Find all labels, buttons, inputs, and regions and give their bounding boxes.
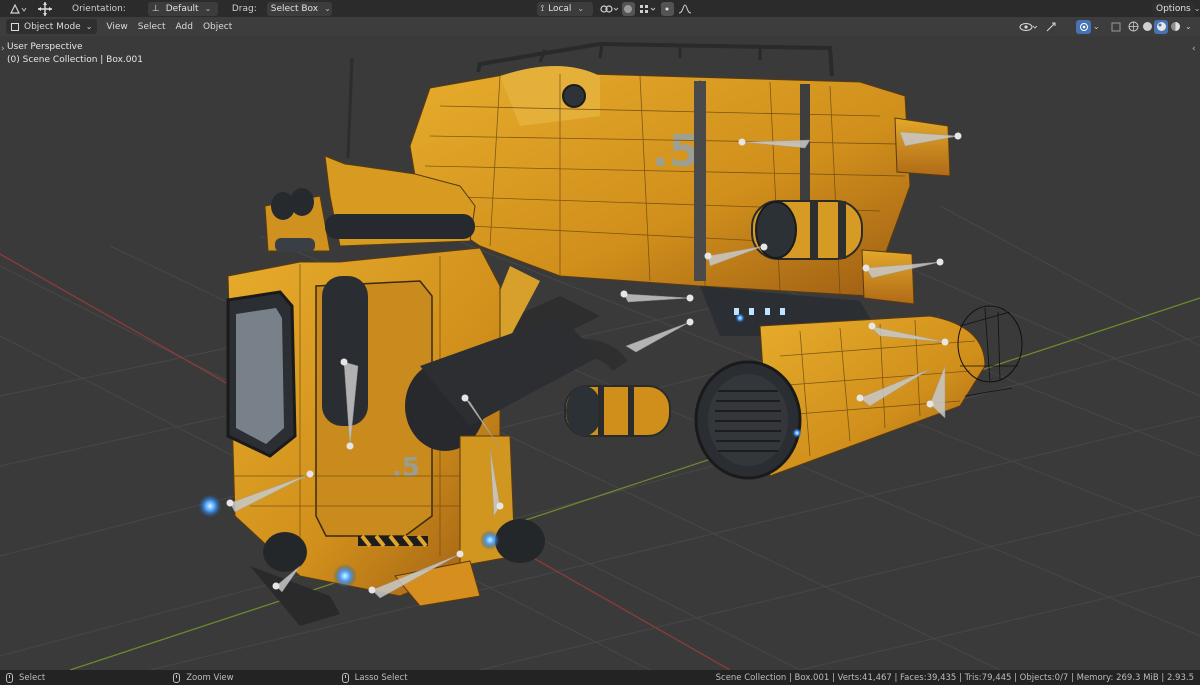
move-gizmo-icon[interactable]	[36, 1, 54, 16]
drag-label: Drag:	[231, 3, 257, 14]
menu-select[interactable]: Select	[133, 19, 171, 34]
menu-view[interactable]: View	[101, 19, 132, 34]
drag-dropdown[interactable]: Select Box ⌄	[266, 1, 332, 16]
object-mode-label: Object Mode	[24, 21, 81, 32]
falloff-curve-icon[interactable]	[677, 2, 693, 16]
overlays-icon[interactable]	[1076, 19, 1091, 34]
view-name: User Perspective	[7, 42, 83, 52]
orientation-dropdown[interactable]: ⊥ Default ⌄	[147, 1, 218, 16]
status-lasso: Lasso Select	[341, 672, 408, 683]
viewport-scene: .5 .5	[0, 41, 1200, 670]
chevron-down-icon: ⌄	[577, 4, 585, 13]
gizmo-toggle-icon[interactable]	[1043, 19, 1058, 34]
mouse-left-icon	[6, 672, 13, 683]
solid-shading-icon[interactable]	[1141, 20, 1154, 34]
chevron-down-icon: ⌄	[204, 4, 212, 13]
snap-grid-icon[interactable]	[638, 2, 658, 16]
vehicle-model: .5 .5	[198, 41, 1023, 626]
svg-text:.5: .5	[652, 126, 699, 177]
status-select: Select	[6, 672, 46, 683]
status-lasso-label: Lasso Select	[354, 672, 408, 683]
material-shading-icon[interactable]	[1154, 19, 1168, 34]
chevron-down-icon[interactable]: ⌄	[1093, 20, 1100, 34]
pivot-dropdown[interactable]: ⟟ Local ⌄	[536, 1, 593, 16]
top-toolbar: Orientation: ⊥ Default ⌄ Drag: Select Bo…	[0, 0, 1200, 17]
svg-text:.5: .5	[392, 453, 420, 483]
collection-path: (0) Scene Collection | Box.001	[7, 55, 143, 65]
status-zoom: Zoom View	[173, 672, 234, 683]
chevron-down-icon[interactable]: ⌄	[1185, 20, 1192, 34]
orientation-axes-icon: ⊥	[151, 3, 160, 14]
visibility-eye-icon[interactable]	[1018, 20, 1040, 34]
chevron-down-icon: ⌄	[85, 22, 93, 31]
toolbar-toggle-icon[interactable]: ›	[1, 44, 5, 54]
options-dropdown[interactable]: Options ⌄	[1152, 1, 1200, 16]
wireframe-shading-icon[interactable]	[1127, 20, 1140, 34]
transform-pivot-icon[interactable]	[8, 2, 28, 16]
chevron-down-icon: ⌄	[1193, 4, 1200, 13]
viewport-info: User Perspective (0) Scene Collection | …	[7, 41, 143, 67]
drag-value: Select Box	[270, 3, 319, 14]
options-label: Options	[1156, 3, 1191, 14]
sidebar-toggle-icon[interactable]: ‹	[1192, 44, 1196, 54]
link-icon[interactable]	[598, 2, 620, 16]
rendered-shading-icon[interactable]	[1169, 20, 1182, 34]
menu-object[interactable]: Object	[198, 19, 237, 34]
menu-add[interactable]: Add	[171, 19, 198, 34]
mouse-middle-icon	[173, 672, 181, 683]
3d-viewport[interactable]: .5 .5 User Perspective (0) Scene Collect…	[0, 36, 1200, 670]
xray-icon[interactable]	[1110, 20, 1122, 34]
snap-icon[interactable]	[621, 1, 635, 16]
orientation-label: Orientation:	[72, 3, 126, 14]
chevron-down-icon: ⌄	[324, 4, 331, 13]
object-mode-icon	[11, 22, 19, 31]
pivot-icon: ⟟	[540, 3, 545, 14]
orientation-value: Default	[165, 3, 199, 14]
status-select-label: Select	[19, 672, 46, 683]
pivot-value: Local	[548, 3, 572, 14]
viewport-header: Object Mode ⌄ View Select Add Object ⌄ ⌄	[0, 17, 1200, 36]
scene-statistics: Scene Collection | Box.001 | Verts:41,46…	[715, 672, 1194, 683]
mouse-right-icon	[341, 672, 349, 683]
status-zoom-label: Zoom View	[186, 672, 234, 683]
status-bar: Select Zoom View Lasso Select Scene Coll…	[0, 670, 1200, 685]
object-mode-dropdown[interactable]: Object Mode ⌄	[6, 19, 98, 34]
proportional-edit-icon[interactable]	[660, 1, 674, 16]
